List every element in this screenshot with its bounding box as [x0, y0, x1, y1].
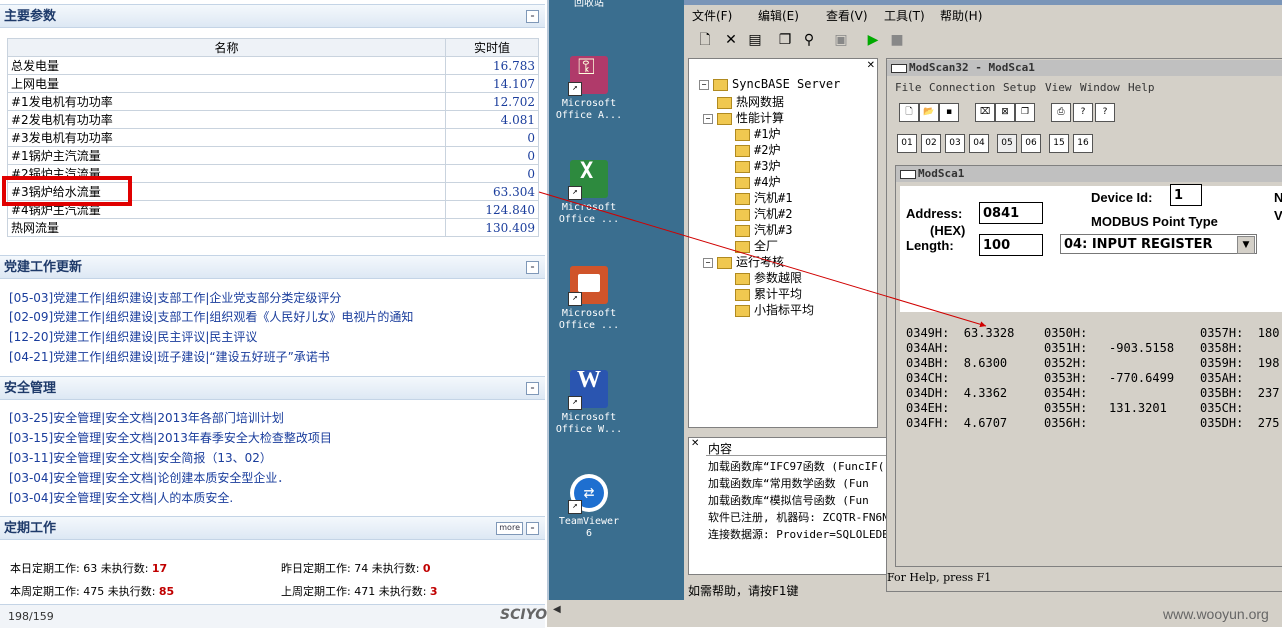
annotation-arrow: [538, 191, 987, 328]
